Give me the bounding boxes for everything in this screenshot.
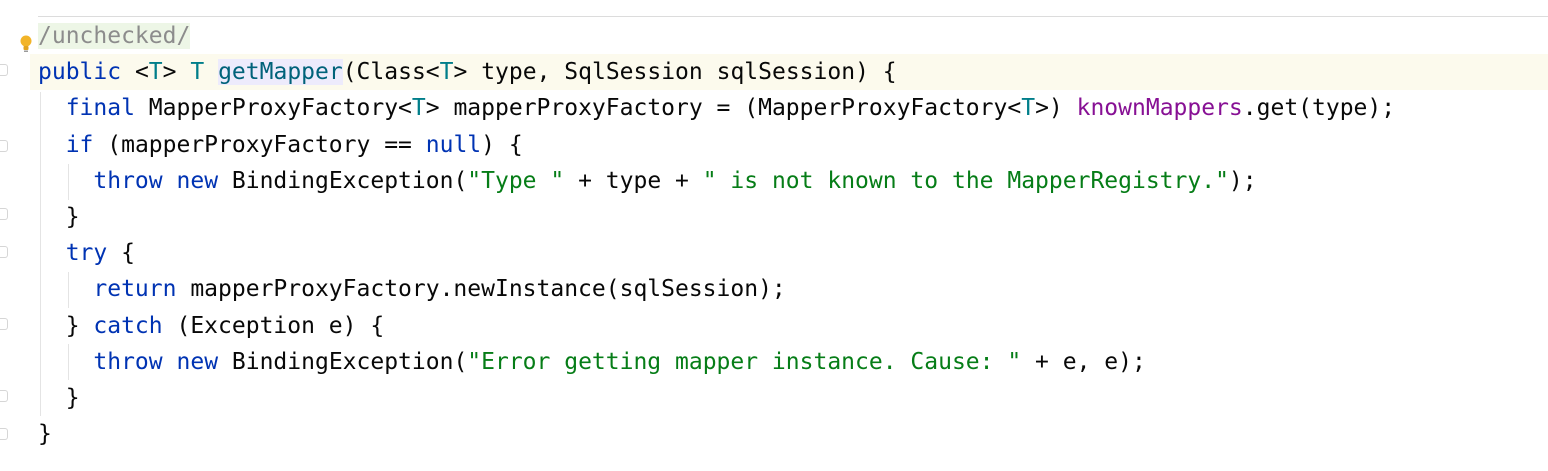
- code-token: {: [107, 240, 135, 267]
- code-token: /unchecked/: [38, 23, 191, 49]
- code-token: T: [190, 59, 205, 86]
- code-token: "Error getting mapper instance. Cause: ": [467, 348, 1022, 375]
- code-token: T: [1021, 95, 1036, 122]
- code-token: knownMappers: [1076, 95, 1243, 122]
- code-token: }: [38, 385, 80, 411]
- fold-marker-icon[interactable]: [0, 246, 8, 258]
- code-token: new: [176, 167, 219, 194]
- code-line[interactable]: if (mapperProxyFactory == null) {: [38, 127, 523, 163]
- editor-top-divider: [38, 16, 1548, 17]
- code-line[interactable]: /unchecked/: [38, 18, 191, 54]
- code-line[interactable]: throw new BindingException("Error gettin…: [38, 344, 1146, 380]
- code-token: <: [121, 59, 149, 86]
- code-token: }: [38, 312, 94, 339]
- code-token: T: [411, 95, 426, 122]
- code-token: MapperProxyFactory<: [134, 95, 412, 122]
- code-token: return: [93, 276, 177, 303]
- code-token: T: [148, 59, 163, 86]
- code-token: "Type ": [467, 167, 565, 194]
- code-token: mapperProxyFactory.newInstance(sqlSessio…: [176, 276, 786, 303]
- code-token: if: [65, 131, 94, 158]
- code-token: getMapper: [218, 59, 343, 86]
- code-token: >): [1035, 95, 1077, 122]
- code-token: + type +: [564, 167, 703, 194]
- code-token: public: [38, 59, 122, 86]
- editor-gutter[interactable]: [0, 0, 14, 471]
- code-token: > type, SqlSession sqlSession) {: [453, 59, 897, 86]
- code-token: T: [439, 59, 454, 86]
- code-token: BindingException(: [218, 348, 468, 375]
- code-token: (Class<: [342, 59, 440, 86]
- code-token: }: [38, 421, 52, 448]
- code-token: > mapperProxyFactory = (MapperProxyFacto…: [425, 95, 1022, 122]
- code-token: }: [38, 204, 80, 230]
- code-token: try: [65, 240, 108, 267]
- lightbulb-icon[interactable]: [19, 34, 33, 54]
- code-token: throw: [93, 348, 163, 375]
- code-token: " is not known to the MapperRegistry.": [702, 167, 1229, 194]
- code-token: .get(type);: [1242, 95, 1396, 122]
- code-token: throw: [93, 167, 163, 194]
- code-token: catch: [93, 312, 163, 339]
- code-token: (mapperProxyFactory ==: [93, 131, 426, 158]
- code-line[interactable]: return mapperProxyFactory.newInstance(sq…: [38, 271, 786, 307]
- code-token: null: [425, 131, 482, 158]
- code-token: + e, e);: [1021, 348, 1146, 375]
- fold-marker-icon[interactable]: [0, 428, 8, 440]
- code-token: ) {: [481, 131, 523, 158]
- code-line[interactable]: }: [38, 380, 80, 416]
- code-line[interactable]: try {: [38, 235, 135, 271]
- code-line[interactable]: } catch (Exception e) {: [38, 308, 385, 344]
- code-line[interactable]: throw new BindingException("Type " + typ…: [38, 163, 1257, 199]
- fold-marker-icon[interactable]: [0, 140, 8, 152]
- code-token: (Exception e) {: [162, 312, 385, 339]
- code-token: BindingException(: [218, 167, 468, 194]
- fold-marker-icon[interactable]: [0, 208, 8, 220]
- code-token: >: [162, 59, 191, 86]
- code-token: );: [1228, 167, 1257, 194]
- code-line[interactable]: public <T> T getMapper(Class<T> type, Sq…: [38, 54, 897, 90]
- code-line[interactable]: }: [38, 416, 52, 452]
- code-line[interactable]: final MapperProxyFactory<T> mapperProxyF…: [38, 90, 1395, 126]
- code-token: new: [176, 348, 219, 375]
- fold-marker-icon[interactable]: [0, 64, 8, 76]
- fold-marker-icon[interactable]: [0, 318, 8, 330]
- code-token: final: [65, 95, 135, 122]
- code-line[interactable]: }: [38, 199, 80, 235]
- fold-marker-icon[interactable]: [0, 390, 8, 402]
